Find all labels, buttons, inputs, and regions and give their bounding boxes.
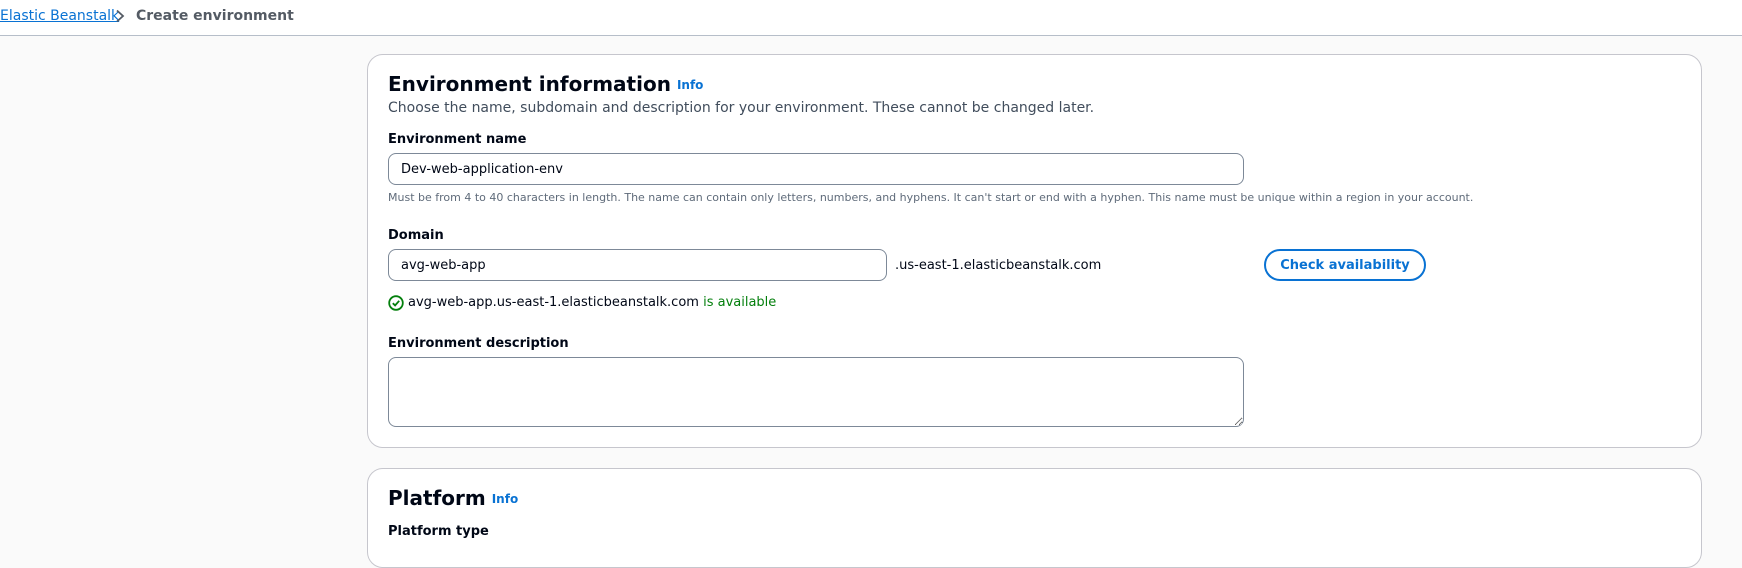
domain-input[interactable] bbox=[388, 249, 887, 281]
environment-description-label: Environment description bbox=[388, 336, 569, 351]
breadcrumb: Elastic Beanstalk Create environment bbox=[0, 0, 1742, 36]
chevron-right-icon bbox=[116, 9, 125, 23]
check-circle-icon bbox=[388, 295, 404, 311]
environment-name-hint: Must be from 4 to 40 characters in lengt… bbox=[388, 191, 1474, 204]
platform-panel: Platform Info Platform type bbox=[367, 468, 1702, 568]
environment-name-input[interactable] bbox=[388, 153, 1244, 185]
domain-suffix: .us-east-1.elasticbeanstalk.com bbox=[895, 258, 1102, 273]
environment-name-label: Environment name bbox=[388, 132, 527, 147]
domain-availability-status: avg-web-app.us-east-1.elasticbeanstalk.c… bbox=[408, 295, 776, 310]
breadcrumb-current: Create environment bbox=[136, 8, 294, 24]
status-domain: avg-web-app.us-east-1.elasticbeanstalk.c… bbox=[408, 295, 699, 310]
check-availability-button[interactable]: Check availability bbox=[1264, 249, 1426, 281]
domain-label: Domain bbox=[388, 228, 444, 243]
env-info-info-link[interactable]: Info bbox=[677, 78, 703, 92]
status-available-text: is available bbox=[703, 295, 777, 310]
env-info-heading: Environment information bbox=[388, 72, 671, 96]
env-info-description: Choose the name, subdomain and descripti… bbox=[388, 100, 1095, 116]
breadcrumb-elastic-beanstalk-link[interactable]: Elastic Beanstalk bbox=[0, 8, 119, 24]
environment-information-panel: Environment information Info Choose the n… bbox=[367, 54, 1702, 448]
platform-type-label: Platform type bbox=[388, 524, 489, 539]
section-title: Platform Info bbox=[388, 486, 518, 510]
environment-description-textarea[interactable] bbox=[388, 357, 1244, 427]
platform-info-link[interactable]: Info bbox=[492, 492, 518, 506]
platform-heading: Platform bbox=[388, 486, 486, 510]
section-title: Environment information Info bbox=[388, 72, 703, 96]
